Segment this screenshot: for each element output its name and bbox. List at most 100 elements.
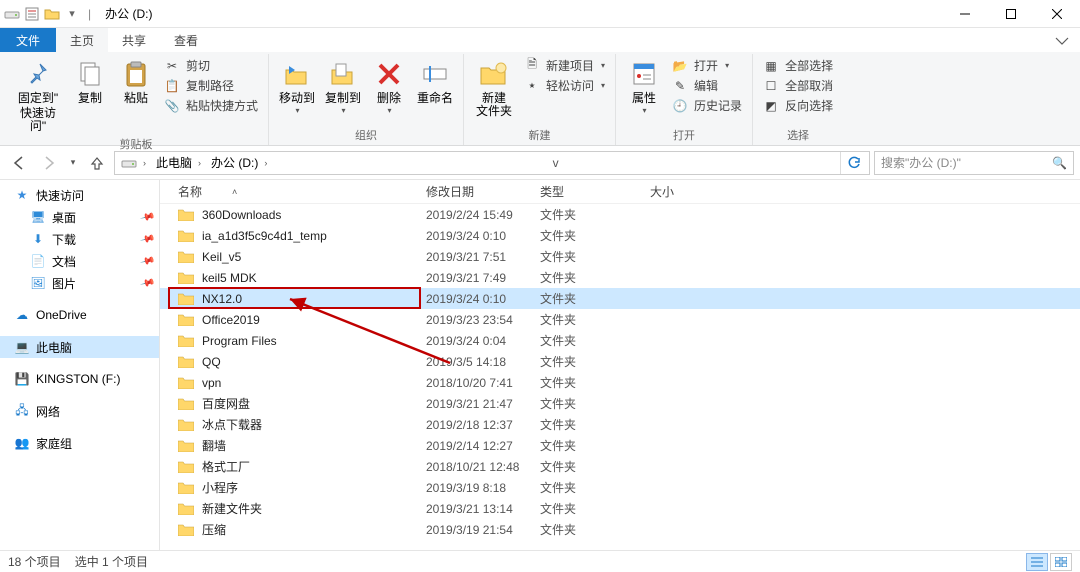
tree-desktop[interactable]: 🖥 桌面📌 [0,206,159,228]
tree-pictures[interactable]: 🖼 图片📌 [0,272,159,294]
file-date: 2019/3/5 14:18 [426,355,540,369]
table-row[interactable]: 360Downloads2019/2/24 15:49文件夹 [160,204,1080,225]
table-row[interactable]: Keil_v52019/3/21 7:51文件夹 [160,246,1080,267]
forward-button[interactable] [36,150,62,176]
move-to-button[interactable]: 移动到▾ [275,56,319,116]
paste-button[interactable]: 粘贴 [114,56,158,105]
tree-downloads[interactable]: ⬇ 下载📌 [0,228,159,250]
open-icon: 📂 [672,58,688,74]
tree-documents[interactable]: 📄 文档📌 [0,250,159,272]
address-dropdown-icon[interactable]: v [547,152,565,174]
col-date[interactable]: 修改日期 [426,183,540,200]
new-folder-button[interactable]: 新建 文件夹 [470,56,518,118]
this-pc-icon: 💻 [14,339,30,355]
pin-to-quick-access-button[interactable]: 固定到" 快速访问" [10,56,66,134]
select-all-button[interactable]: ▦ 全部选择 [759,56,837,75]
tab-view[interactable]: 查看 [160,28,212,52]
table-row[interactable]: keil5 MDK2019/3/21 7:49文件夹 [160,267,1080,288]
file-name: NX12.0 [202,292,242,306]
pictures-icon: 🖼 [30,275,46,291]
maximize-button[interactable] [988,0,1034,28]
select-none-button[interactable]: ☐ 全部取消 [759,76,837,95]
table-row[interactable]: NX12.02019/3/24 0:10文件夹 [160,288,1080,309]
tab-file[interactable]: 文件 [0,28,56,52]
address-bar[interactable]: › 此电脑› 办公 (D:)› v [114,151,870,175]
recent-locations-button[interactable]: ▾ [66,150,80,176]
table-row[interactable]: 格式工厂2018/10/21 12:48文件夹 [160,456,1080,477]
table-row[interactable]: 新建文件夹2019/3/21 13:14文件夹 [160,498,1080,519]
close-button[interactable] [1034,0,1080,28]
minimize-button[interactable] [942,0,988,28]
rows-container[interactable]: 360Downloads2019/2/24 15:49文件夹ia_a1d3f5c… [160,204,1080,540]
copy-button[interactable]: 复制 [68,56,112,105]
tree-quick-access[interactable]: ★ 快速访问 [0,184,159,206]
properties-button[interactable]: 属性▾ [622,56,666,116]
search-box[interactable]: 🔍 [874,151,1074,175]
new-folder-icon [478,58,510,90]
properties-qa-icon[interactable] [24,6,40,22]
chevron-down-icon: ▾ [643,107,647,116]
tree-homegroup[interactable]: 👥 家庭组 [0,432,159,454]
tree-kingston[interactable]: 💾 KINGSTON (F:) [0,368,159,390]
copy-icon [74,58,106,90]
delete-button[interactable]: 删除▾ [367,56,411,116]
move-to-icon [281,58,313,90]
rename-button[interactable]: 重命名 [413,56,457,105]
folder-icon [178,209,194,221]
delete-icon [373,58,405,90]
easy-access-button[interactable]: ⭑ 轻松访问▾ [520,76,609,95]
tree-this-pc[interactable]: 💻 此电脑 [0,336,159,358]
qa-overflow-icon[interactable]: ▾ [64,6,80,22]
copy-to-button[interactable]: 复制到▾ [321,56,365,116]
table-row[interactable]: 小程序2019/3/19 8:18文件夹 [160,477,1080,498]
ribbon-help-icon[interactable] [1044,28,1080,52]
tab-share[interactable]: 共享 [108,28,160,52]
col-name[interactable]: 名称˄ [178,183,426,200]
tree-onedrive[interactable]: ☁ OneDrive [0,304,159,326]
table-row[interactable]: Office20192019/3/23 23:54文件夹 [160,309,1080,330]
table-row[interactable]: QQ2019/3/5 14:18文件夹 [160,351,1080,372]
cut-button[interactable]: ✂ 剪切 [160,56,262,75]
history-button[interactable]: 🕘 历史记录 [668,96,746,115]
file-name: 冰点下载器 [202,416,262,433]
col-type[interactable]: 类型 [540,183,650,200]
documents-icon: 📄 [30,253,46,269]
table-row[interactable]: ia_a1d3f5c9c4d1_temp2019/3/24 0:10文件夹 [160,225,1080,246]
file-listing: 名称˄ 修改日期 类型 大小 360Downloads2019/2/24 15:… [160,180,1080,550]
invert-selection-button[interactable]: ◩ 反向选择 [759,96,837,115]
new-item-button[interactable]: 🗎 新建项目▾ [520,56,609,75]
thumbnails-view-button[interactable] [1050,553,1072,571]
drive-crumb-icon[interactable]: › [117,152,150,174]
open-button[interactable]: 📂 打开▾ [668,56,746,75]
pin-icon: 📌 [139,275,155,291]
group-new: 新建 文件夹 🗎 新建项目▾ ⭑ 轻松访问▾ 新建 [464,54,616,145]
ribbon: 固定到" 快速访问" 复制 粘贴 ✂ 剪切 [0,52,1080,146]
refresh-icon[interactable] [840,152,867,174]
table-row[interactable]: 冰点下载器2019/2/18 12:37文件夹 [160,414,1080,435]
paste-shortcut-button[interactable]: 📎 粘贴快捷方式 [160,96,262,115]
search-input[interactable] [881,156,1052,170]
paste-icon [120,58,152,90]
edit-button[interactable]: ✎ 编辑 [668,76,746,95]
table-row[interactable]: vpn2018/10/20 7:41文件夹 [160,372,1080,393]
folder-icon [178,398,194,410]
table-row[interactable]: Program Files2019/3/24 0:04文件夹 [160,330,1080,351]
tab-home[interactable]: 主页 [56,28,108,52]
back-button[interactable] [6,150,32,176]
desktop-icon: 🖥 [30,209,46,225]
table-row[interactable]: 压缩2019/3/19 21:54文件夹 [160,519,1080,540]
crumb-drive[interactable]: 办公 (D:)› [207,152,271,174]
tree-network[interactable]: 🖧 网络 [0,400,159,422]
folder-qa-icon [44,6,60,22]
file-date: 2019/3/19 21:54 [426,523,540,537]
copy-path-button[interactable]: 📋 复制路径 [160,76,262,95]
file-name: 翻墙 [202,437,226,454]
crumb-this-pc[interactable]: 此电脑› [152,152,205,174]
up-button[interactable] [84,150,110,176]
details-view-button[interactable] [1026,553,1048,571]
col-size[interactable]: 大小 [650,183,730,200]
table-row[interactable]: 百度网盘2019/3/21 21:47文件夹 [160,393,1080,414]
navigation-pane[interactable]: ★ 快速访问 🖥 桌面📌 ⬇ 下载📌 📄 文档📌 🖼 图片📌 ☁ OneDriv… [0,180,160,550]
table-row[interactable]: 翻墙2019/2/14 12:27文件夹 [160,435,1080,456]
file-type: 文件夹 [540,332,650,349]
